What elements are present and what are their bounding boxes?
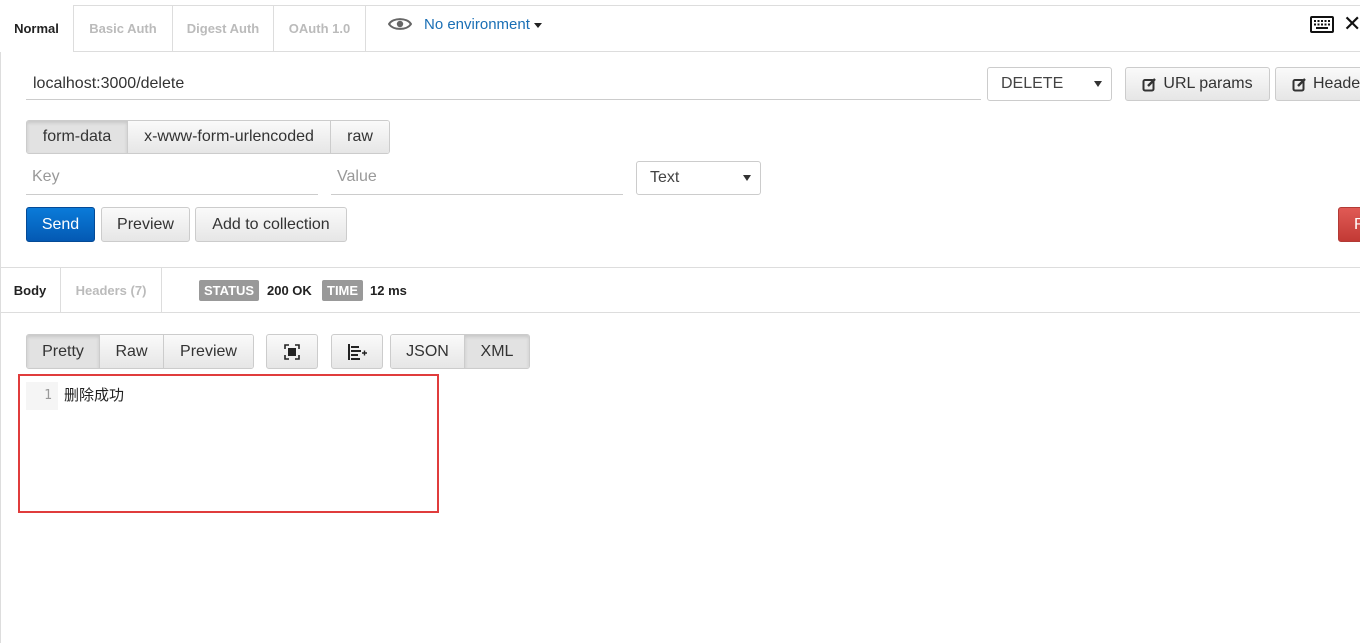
reset-button[interactable]: R [1338, 207, 1360, 242]
response-bar: Body Headers (7) STATUS 200 OK TIME 12 m… [0, 267, 1360, 313]
add-to-collection-button[interactable]: Add to collection [195, 207, 347, 242]
body-mode-group: form-data x-www-form-urlencoded raw [26, 120, 390, 154]
mode-urlencoded[interactable]: x-www-form-urlencoded [128, 121, 331, 153]
time-badge: TIME [322, 280, 364, 301]
view-raw[interactable]: Raw [100, 335, 164, 368]
method-select[interactable]: DELETE [987, 67, 1112, 101]
type-value: Text [650, 169, 680, 186]
tab-digest-auth[interactable]: Digest Auth [173, 5, 274, 51]
view-mode-group: Pretty Raw Preview [26, 334, 254, 369]
view-pretty[interactable]: Pretty [27, 335, 100, 368]
fullscreen-icon [284, 343, 300, 360]
tab-body[interactable]: Body [0, 268, 61, 313]
send-button[interactable]: Send [26, 207, 95, 242]
format-xml[interactable]: XML [465, 335, 529, 368]
format-group: JSON XML [390, 334, 530, 369]
status-value: 200 OK [267, 283, 312, 298]
tab-basic-auth[interactable]: Basic Auth [74, 5, 173, 51]
time-value: 12 ms [370, 283, 407, 298]
headers-label: Heade [1313, 75, 1360, 92]
type-select[interactable]: Text [636, 161, 761, 195]
format-button[interactable] [331, 334, 383, 369]
headers-button[interactable]: Heade [1275, 67, 1360, 101]
mode-form-data[interactable]: form-data [27, 121, 128, 153]
auth-tabs: Normal Basic Auth Digest Auth OAuth 1.0 [0, 5, 1360, 52]
tab-oauth[interactable]: OAuth 1.0 [274, 5, 366, 51]
edit-icon [1142, 77, 1157, 91]
dropdown-arrow-icon [743, 175, 751, 181]
key-input[interactable]: Key [26, 161, 318, 195]
status-badge: STATUS [199, 280, 260, 301]
dropdown-arrow-icon [1094, 81, 1102, 87]
url-params-button[interactable]: URL params [1125, 67, 1270, 101]
url-params-label: URL params [1163, 75, 1253, 92]
chevron-down-icon [533, 22, 542, 28]
close-icon[interactable]: ✕ [1343, 13, 1360, 35]
edit-icon [1292, 77, 1306, 91]
mode-raw[interactable]: raw [331, 121, 389, 153]
url-input[interactable] [26, 68, 981, 100]
environment-selector[interactable]: No environment [388, 13, 542, 35]
indent-icon [348, 343, 367, 360]
tab-headers[interactable]: Headers (7) [61, 268, 162, 313]
keyboard-icon[interactable] [1310, 16, 1334, 33]
fullscreen-button[interactable] [266, 334, 318, 369]
view-preview[interactable]: Preview [164, 335, 253, 368]
value-input[interactable]: Value [331, 161, 623, 195]
format-json[interactable]: JSON [391, 335, 465, 368]
tab-normal[interactable]: Normal [0, 5, 74, 52]
eye-icon [388, 18, 412, 30]
preview-button[interactable]: Preview [101, 207, 190, 242]
method-value: DELETE [1001, 75, 1064, 92]
environment-label: No environment [424, 15, 530, 33]
highlight-box [18, 374, 439, 513]
